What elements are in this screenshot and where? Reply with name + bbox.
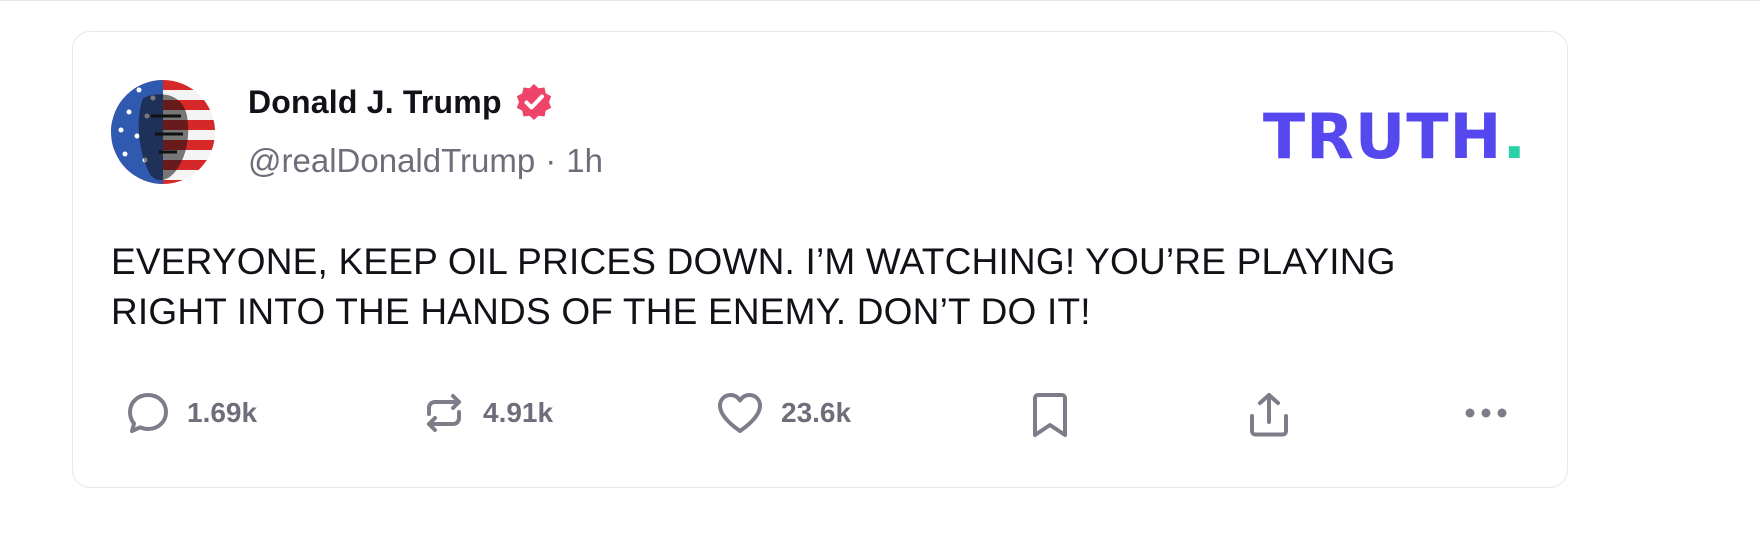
like-button[interactable]: 23.6k [715,390,851,436]
post-timestamp[interactable]: 1h [566,142,603,180]
heart-icon [715,390,765,436]
meta-separator: · [545,142,557,179]
author-display-name[interactable]: Donald J. Trump [248,84,502,121]
verified-badge-icon [514,82,554,122]
like-count: 23.6k [781,397,852,428]
more-icon [1461,390,1511,436]
avatar[interactable] [111,80,215,184]
bookmark-button[interactable] [1028,390,1072,440]
post-card[interactable]: Donald J. Trump @realDonaldTrump · 1h TR… [72,31,1568,488]
post-actions-bar: 1.69k 4.91k 23.6k [73,390,1569,460]
share-icon [1246,390,1292,440]
retruth-icon [421,390,467,436]
logo-wordmark: TRUTH [1262,100,1503,173]
author-handle[interactable]: @realDonaldTrump [248,142,535,180]
reply-count: 1.69k [187,397,258,428]
retruth-count: 4.91k [483,397,554,428]
logo-dot: . [1502,100,1527,173]
reply-button[interactable]: 1.69k [125,390,257,436]
post-body-text: EVERYONE, KEEP OIL PRICES DOWN. I’M WATC… [111,241,1396,332]
top-divider [0,0,1760,1]
more-options-button[interactable] [1461,390,1511,436]
bookmark-icon [1028,390,1072,440]
reply-icon [125,390,171,436]
truth-social-logo[interactable]: TRUTH. [1263,106,1527,168]
share-button[interactable] [1246,390,1292,440]
retruth-button[interactable]: 4.91k [421,390,553,436]
